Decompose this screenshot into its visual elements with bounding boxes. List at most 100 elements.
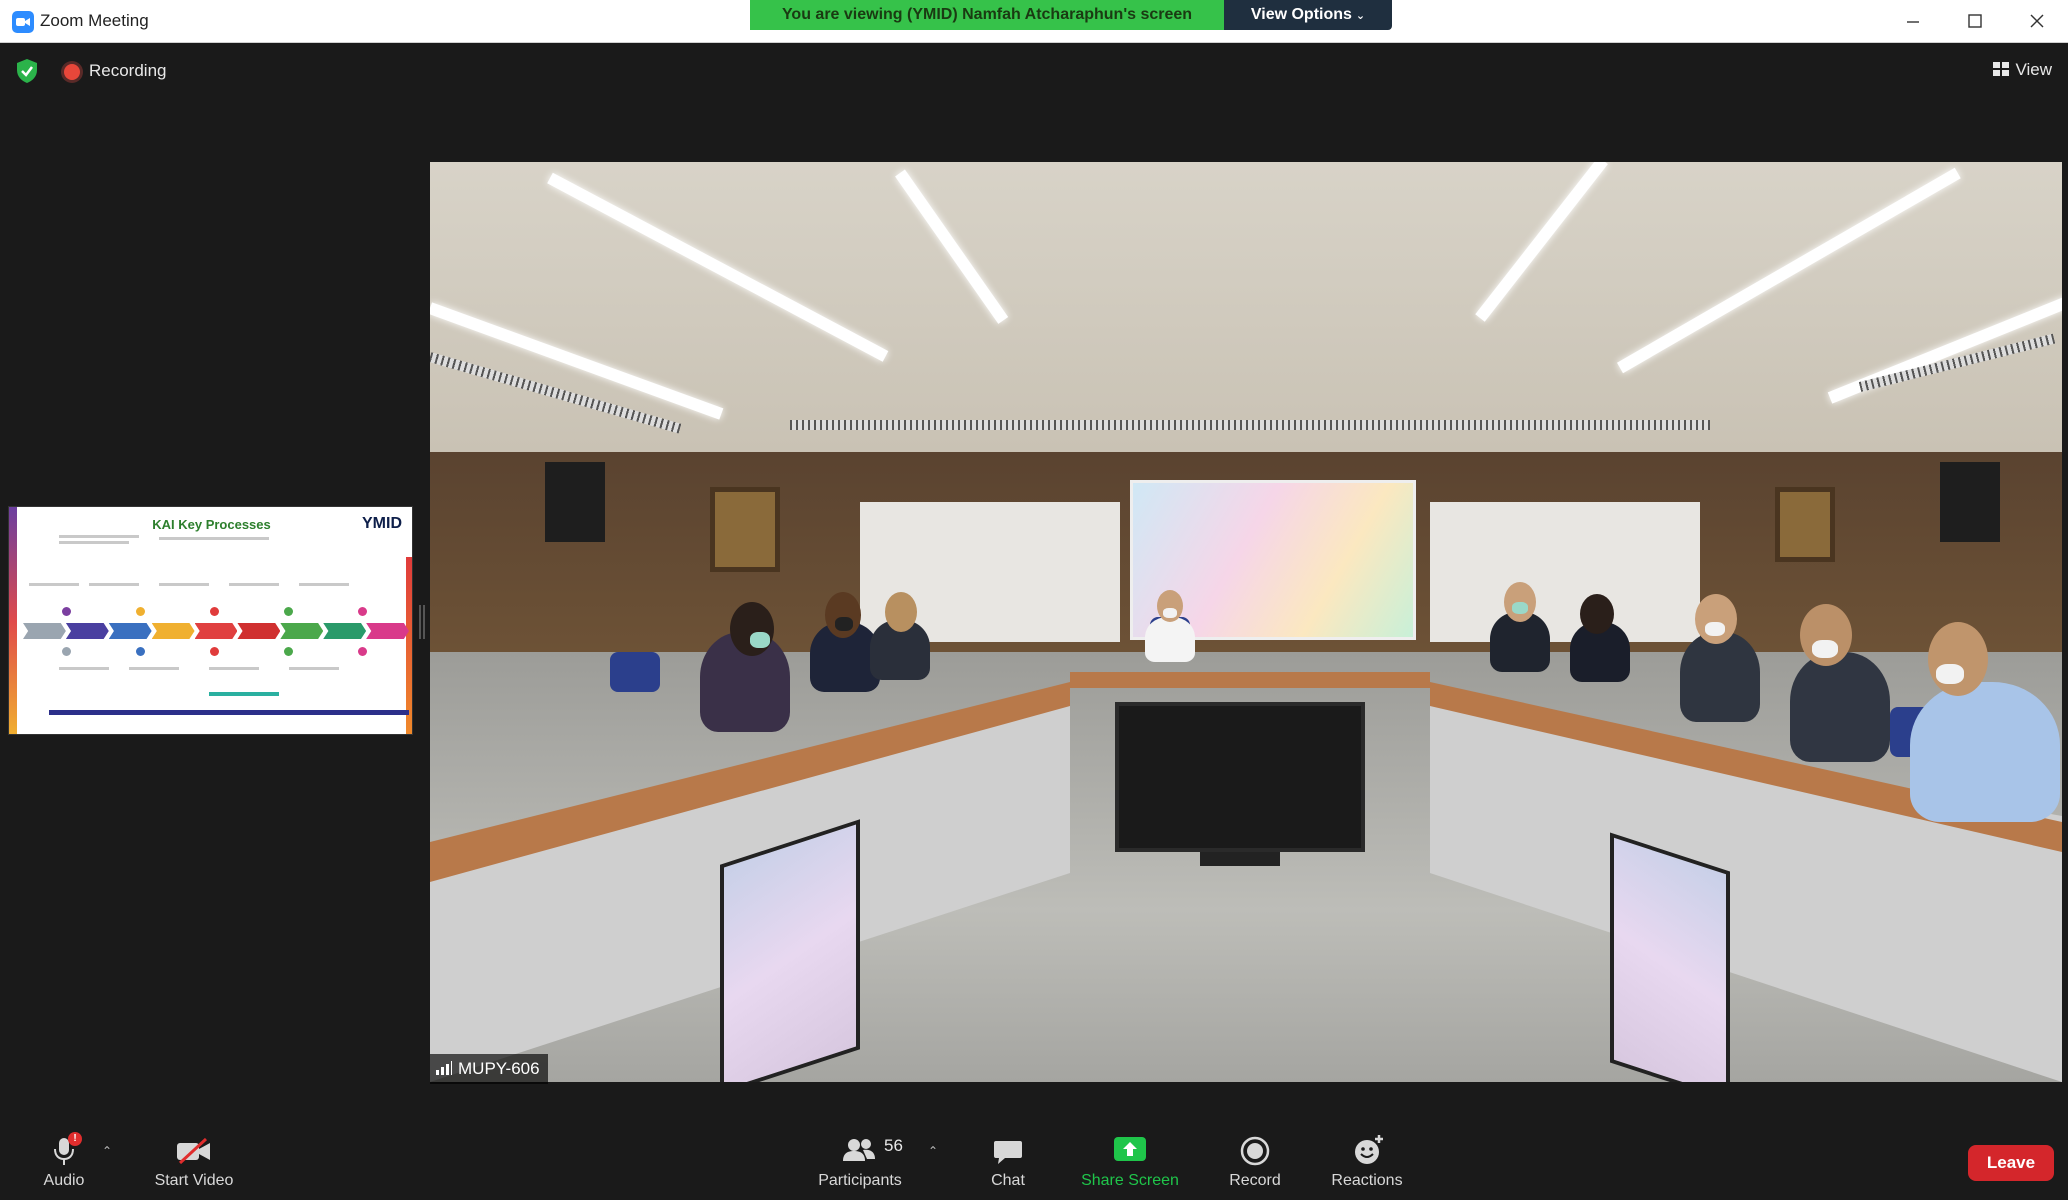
leave-button[interactable]: Leave (1968, 1145, 2054, 1181)
video-off-icon (177, 1138, 210, 1164)
participant-name-tag: MUPY-606 (430, 1054, 548, 1084)
chat-icon (994, 1141, 1022, 1164)
audio-alert-badge: ! (68, 1132, 82, 1146)
zoom-app-icon (12, 11, 34, 33)
view-button[interactable]: View (1993, 60, 2052, 80)
reactions-icon (1355, 1135, 1383, 1164)
chevron-up-icon: ⌃ (928, 1144, 939, 1158)
resize-handle[interactable] (419, 605, 425, 639)
video-participant-mask (835, 617, 853, 631)
maximize-button[interactable] (1944, 0, 2006, 43)
video-participant-head (1580, 594, 1614, 634)
slide-text-line (59, 667, 109, 670)
video-participant-head (825, 592, 861, 638)
slide-text-line (209, 692, 279, 696)
video-participant-mask (1512, 602, 1528, 614)
view-options-label: View Options (1250, 6, 1352, 23)
meeting-area: Recording View KAI Key Processes YMID MU… (0, 44, 2068, 1124)
security-shield-icon[interactable] (16, 58, 38, 84)
video-participant-mask (1936, 664, 1964, 684)
video-portrait (1775, 487, 1835, 562)
viewing-screen-banner: You are viewing (YMID) Namfah Atcharaphu… (750, 0, 1224, 30)
slide-process-dots (29, 607, 399, 616)
slide-decoration (9, 507, 17, 734)
meeting-info-bar: Recording View (0, 44, 2068, 100)
audio-label: Audio (43, 1172, 85, 1189)
participants-button[interactable]: 56 Participants (810, 1124, 910, 1200)
video-floor-monitor (720, 819, 860, 1082)
share-screen-icon (1114, 1137, 1146, 1161)
view-options-button[interactable]: View Options ⌄ (1224, 0, 1392, 30)
chevron-up-icon: ⌃ (102, 1144, 113, 1158)
slide-text-line (89, 583, 139, 586)
maximize-icon (1968, 14, 1982, 28)
chat-label: Chat (991, 1172, 1025, 1189)
audio-options-caret[interactable]: ⌃ (102, 1144, 112, 1158)
shared-screen-thumbnail[interactable]: KAI Key Processes YMID (8, 506, 413, 735)
close-icon (2030, 14, 2044, 28)
slide-text-line (129, 667, 179, 670)
video-whiteboard (1430, 502, 1700, 642)
slide-process-dots (29, 647, 399, 656)
video-participant-mask (1705, 622, 1725, 636)
chevron-down-icon: ⌄ (1355, 10, 1366, 22)
slide-text-line (159, 537, 269, 540)
share-screen-label: Share Screen (1081, 1172, 1179, 1189)
participants-label: Participants (818, 1172, 902, 1189)
close-button[interactable] (2006, 0, 2068, 43)
video-participant (1145, 617, 1195, 662)
audio-button[interactable]: ! Audio (28, 1124, 100, 1200)
video-participant-mask (1163, 608, 1177, 618)
chat-button[interactable]: Chat (975, 1124, 1041, 1200)
reactions-button[interactable]: Reactions (1325, 1124, 1409, 1200)
slide-text-line (229, 583, 279, 586)
video-air-vent (790, 420, 1710, 430)
view-grid-icon (1993, 62, 2010, 76)
participant-name: MUPY-606 (458, 1059, 540, 1078)
video-tv-stand (1200, 852, 1280, 866)
video-tv-monitor (1115, 702, 1365, 852)
slide-title: KAI Key Processes (152, 517, 271, 532)
video-floor-monitor (1610, 832, 1730, 1082)
slide-text-line (299, 583, 349, 586)
video-participant (1680, 632, 1760, 722)
reactions-label: Reactions (1331, 1172, 1403, 1189)
video-participant (1790, 652, 1890, 762)
video-ceiling (430, 162, 2062, 452)
record-label: Record (1229, 1172, 1281, 1189)
minimize-icon (1907, 21, 1919, 23)
video-participant-mask (1812, 640, 1838, 658)
start-video-button[interactable]: Start Video (148, 1124, 240, 1200)
slide-text-line (59, 541, 129, 544)
slide-text-line (159, 583, 209, 586)
share-screen-button[interactable]: Share Screen (1075, 1124, 1185, 1200)
video-chair (610, 652, 660, 692)
recording-dot-icon (64, 64, 80, 80)
video-portrait (710, 487, 780, 572)
slide-process-arrows (23, 623, 410, 639)
minimize-button[interactable] (1882, 0, 1944, 43)
participants-options-caret[interactable]: ⌃ (928, 1144, 938, 1158)
recording-label: Recording (89, 61, 167, 80)
meeting-toolbar: ! Audio ⌃ Start Video 56 Participants ⌃ … (0, 1124, 2068, 1200)
slide-text-line (209, 667, 259, 670)
participants-count: 56 (884, 1136, 903, 1155)
main-video-feed[interactable] (430, 162, 2062, 1082)
signal-bars-icon (436, 1061, 452, 1075)
record-button[interactable]: Record (1220, 1124, 1290, 1200)
video-participant-head (730, 602, 774, 656)
slide-text-line (29, 583, 79, 586)
participants-icon (843, 1139, 875, 1161)
video-participant (1910, 682, 2060, 822)
video-participant-head (1928, 622, 1988, 696)
slide-text-line (289, 667, 339, 670)
slide-text-line (59, 535, 139, 538)
video-participant-head (1695, 594, 1737, 644)
window-title: Zoom Meeting (40, 11, 149, 30)
video-participant-head (885, 592, 917, 632)
video-table (1070, 672, 1430, 688)
video-speaker (1940, 462, 2000, 542)
video-speaker (545, 462, 605, 542)
record-icon (1240, 1136, 1270, 1166)
view-label: View (2015, 60, 2052, 79)
